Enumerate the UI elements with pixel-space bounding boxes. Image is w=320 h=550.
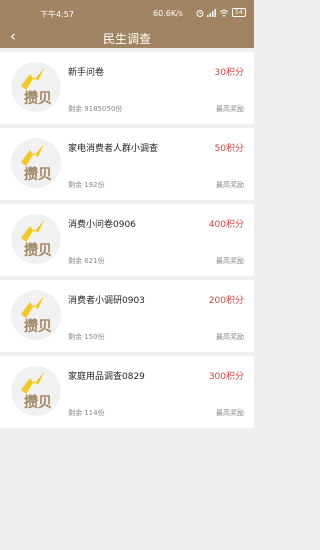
signal-icon	[207, 8, 216, 17]
survey-points: 300积分	[208, 372, 244, 382]
status-time: 下午4:57	[40, 10, 74, 19]
page-title: 民生调查	[102, 32, 151, 46]
zanbei-logo: 攒贝	[11, 138, 61, 188]
max-reward-label: 最高奖励	[216, 333, 244, 341]
lightning-icon: 攒贝	[21, 144, 52, 183]
status-bar: 下午4:57 60.6K/s 54	[0, 0, 254, 26]
survey-title: 消费者小调研0903	[68, 296, 145, 306]
logo-text: 攒贝	[24, 318, 52, 335]
logo-text: 攒贝	[24, 394, 52, 411]
zanbei-logo: 攒贝	[11, 214, 61, 264]
survey-remaining: 剩余 114份	[68, 409, 105, 417]
survey-card[interactable]: 攒贝 消费者小调研0903 200积分 剩余 150份 最高奖励	[0, 280, 254, 352]
logo-text: 攒贝	[24, 242, 52, 259]
zanbei-logo: 攒贝	[11, 62, 61, 112]
zanbei-logo: 攒贝	[11, 290, 61, 340]
alarm-icon	[196, 9, 204, 17]
survey-points: 50积分	[214, 144, 244, 154]
survey-remaining: 剩余 9185050份	[68, 105, 123, 113]
survey-title: 家庭用品调查0829	[68, 372, 145, 382]
max-reward-label: 最高奖励	[216, 257, 244, 265]
survey-card[interactable]: 攒贝 家电消费者人群小调查 50积分 剩余 192份 最高奖励	[0, 128, 254, 200]
wifi-icon	[219, 9, 229, 17]
network-speed: 60.6K/s	[153, 9, 183, 18]
survey-title: 新手问卷	[68, 68, 105, 78]
survey-points: 400积分	[208, 220, 244, 230]
zanbei-logo: 攒贝	[11, 366, 61, 416]
survey-card[interactable]: 攒贝 新手问卷 30积分 剩余 9185050份 最高奖励	[0, 52, 254, 124]
lightning-icon: 攒贝	[21, 220, 52, 259]
survey-remaining: 剩余 621份	[68, 257, 105, 265]
survey-remaining: 剩余 150份	[68, 333, 105, 341]
max-reward-label: 最高奖励	[216, 181, 244, 189]
survey-card[interactable]: 攒贝 家庭用品调查0829 300积分 剩余 114份 最高奖励	[0, 356, 254, 428]
survey-points: 200积分	[208, 296, 244, 306]
max-reward-label: 最高奖励	[216, 409, 244, 417]
nav-bar: ‹ 民生调查	[0, 26, 254, 48]
survey-remaining: 剩余 192份	[68, 181, 105, 189]
survey-card[interactable]: 攒贝 消费小问卷0906 400积分 剩余 621份 最高奖励	[0, 204, 254, 276]
logo-text: 攒贝	[24, 90, 52, 107]
status-icons: 54	[196, 8, 246, 17]
survey-title: 家电消费者人群小调查	[68, 144, 159, 154]
survey-list: 攒贝 新手问卷 30积分 剩余 9185050份 最高奖励 攒贝 家电消费者人群…	[0, 48, 254, 428]
survey-points: 30积分	[214, 68, 244, 78]
battery-icon: 54	[232, 8, 246, 17]
max-reward-label: 最高奖励	[216, 105, 244, 113]
survey-title: 消费小问卷0906	[68, 220, 136, 230]
lightning-icon: 攒贝	[21, 68, 52, 107]
lightning-icon: 攒贝	[21, 372, 52, 411]
logo-text: 攒贝	[24, 166, 52, 183]
lightning-icon: 攒贝	[21, 296, 52, 335]
